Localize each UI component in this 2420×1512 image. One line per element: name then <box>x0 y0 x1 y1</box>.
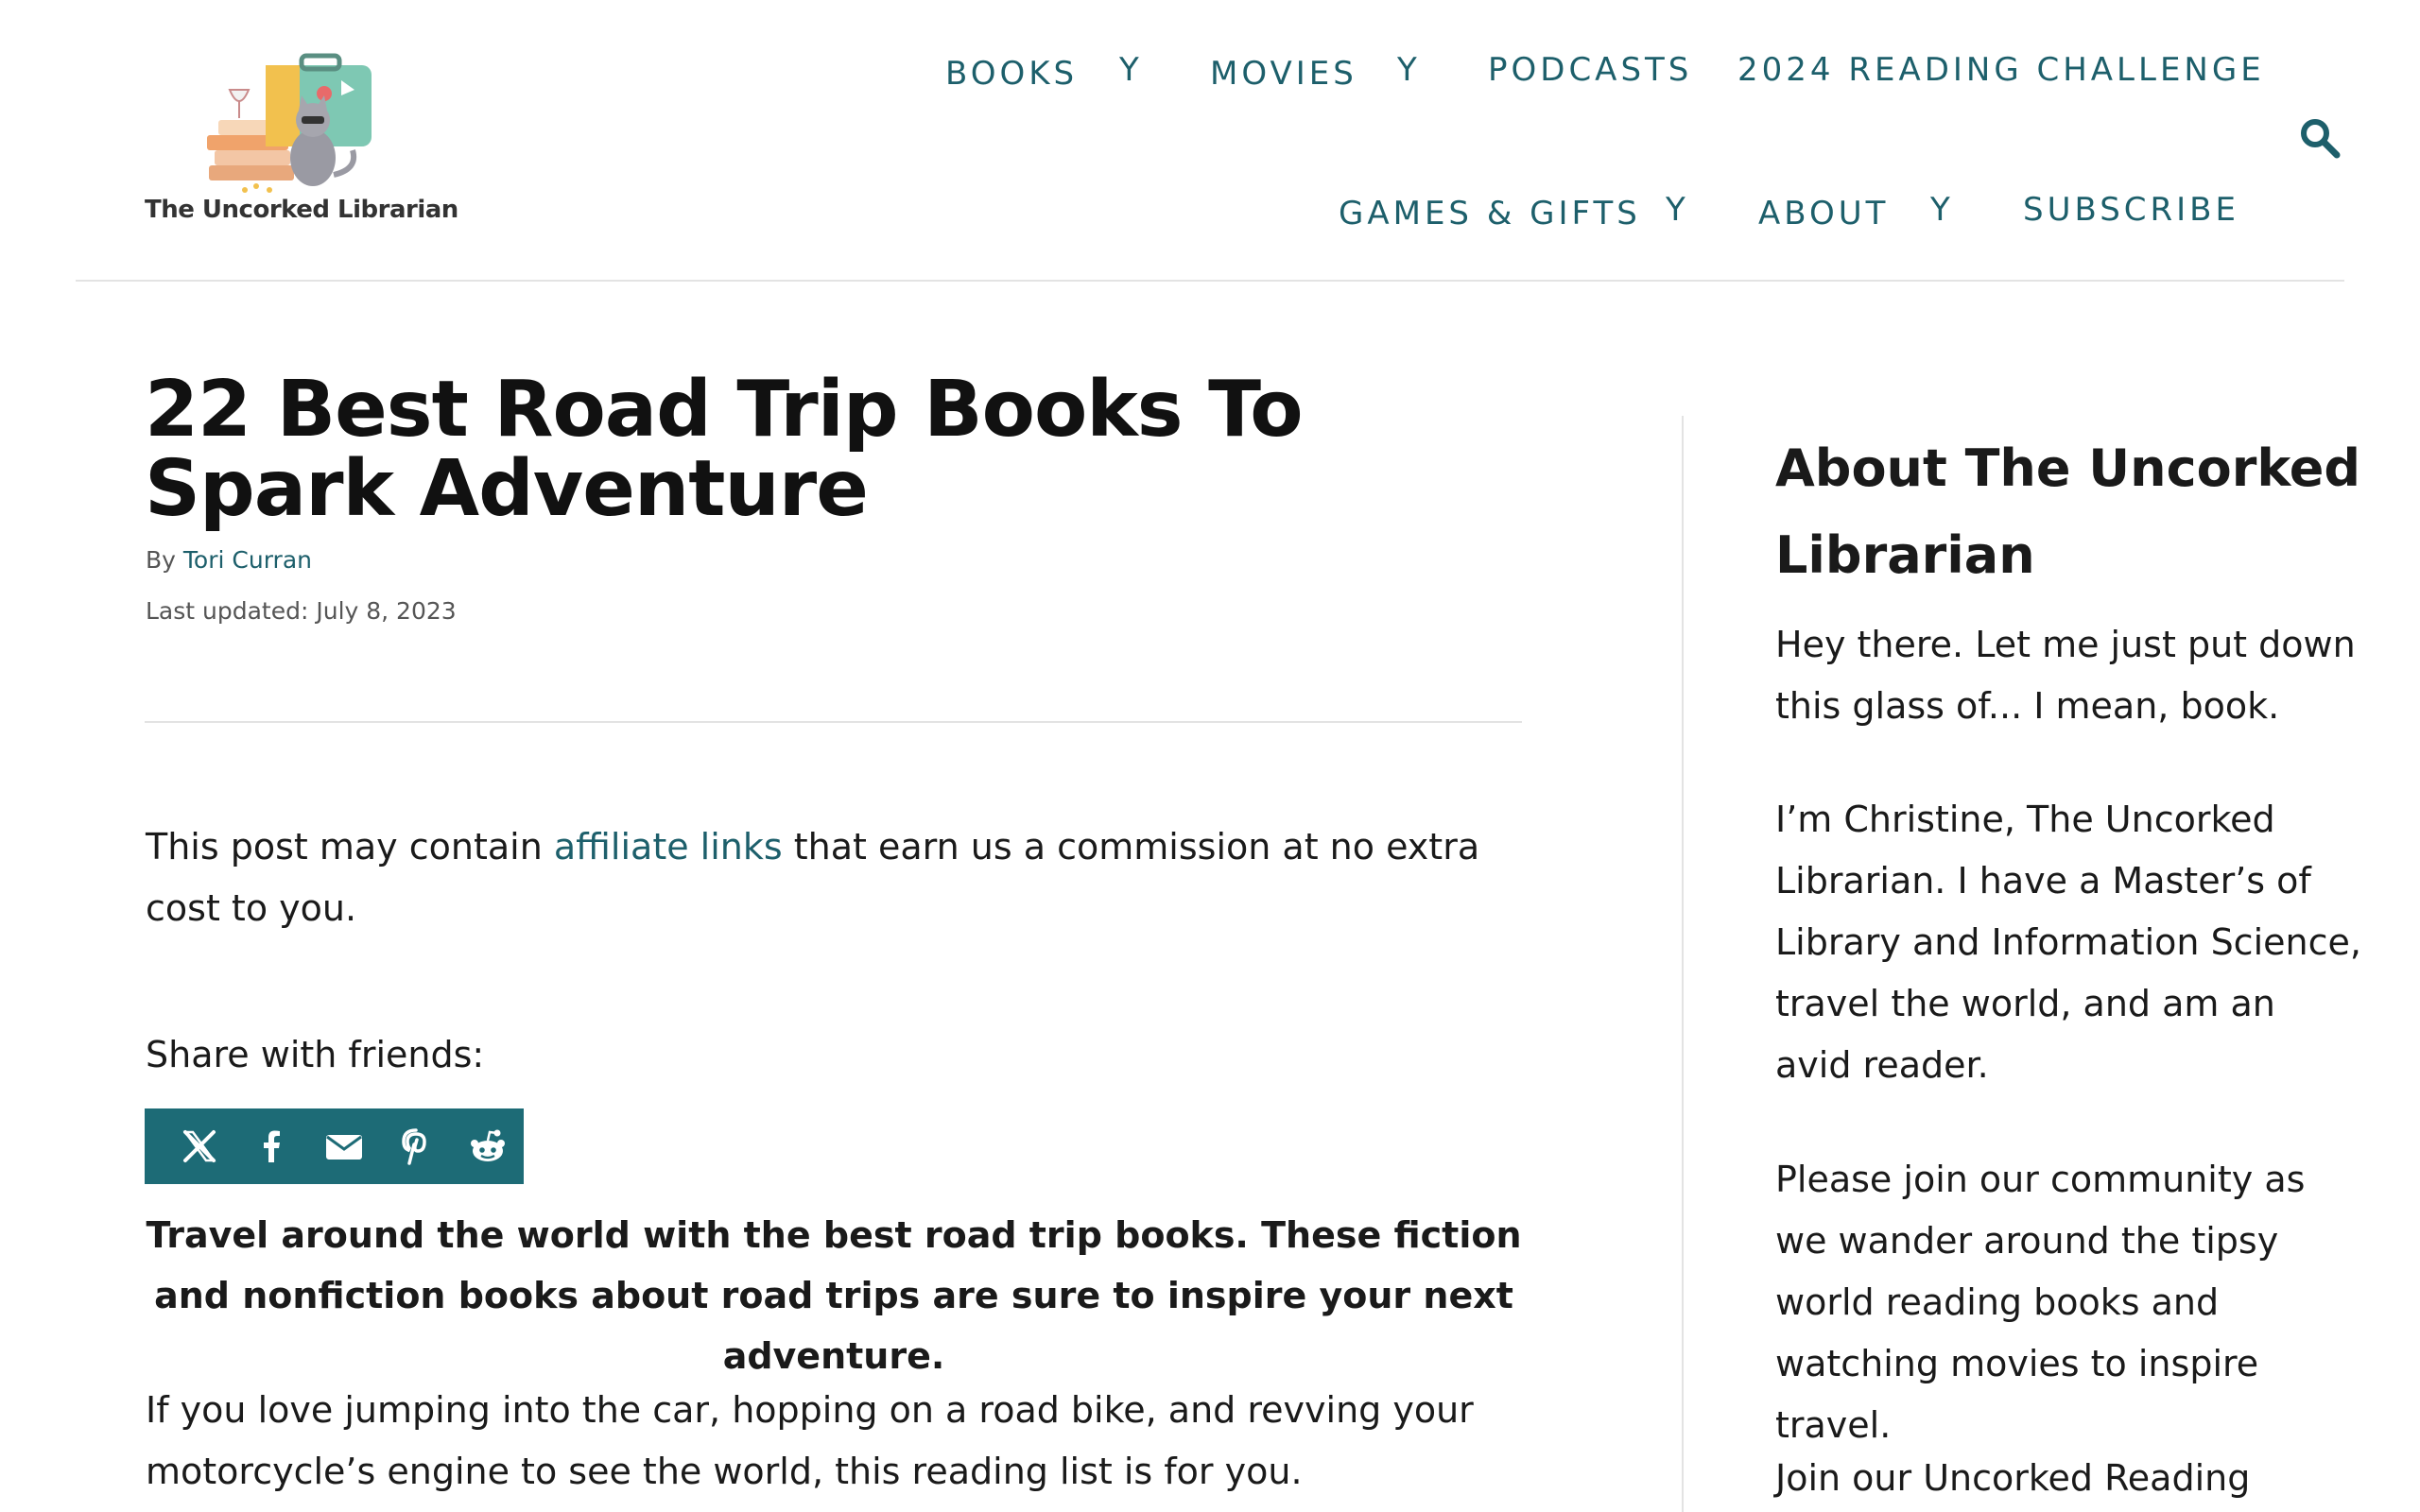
movies-submenu-toggle[interactable]: Y <box>1397 51 1417 89</box>
sidebar-paragraph-2: I’m Christine, The Uncorked Librarian. I… <box>1775 799 2361 1086</box>
nav-reading-challenge[interactable]: 2024 READING CHALLENGE <box>1737 51 2265 89</box>
search-button[interactable] <box>2299 117 2341 159</box>
about-submenu-toggle[interactable]: Y <box>1930 191 1950 229</box>
affiliate-disclosure: This post may contain affiliate links th… <box>146 816 1535 939</box>
header-divider <box>76 280 2344 282</box>
share-x-button[interactable] <box>164 1108 235 1184</box>
games-submenu-toggle[interactable]: Y <box>1666 191 1685 229</box>
sidebar-paragraph-1: Hey there. Let me just put down this gla… <box>1775 624 2356 727</box>
article-body-paragraph: If you love jumping into the car, hoppin… <box>146 1389 1474 1492</box>
facebook-icon <box>264 1130 281 1162</box>
share-facebook-button[interactable] <box>235 1108 307 1184</box>
disclosure-text-before: This post may contain <box>146 826 554 868</box>
share-label: Share with friends: <box>146 1034 485 1075</box>
sidebar-paragraph-4: Join our Uncorked Reading <box>1775 1457 2251 1499</box>
search-icon <box>2301 119 2341 159</box>
share-bar <box>145 1108 524 1184</box>
x-icon <box>182 1130 216 1162</box>
affiliate-links-link[interactable]: affiliate links <box>554 826 783 868</box>
last-updated: Last updated: July 8, 2023 <box>146 597 457 625</box>
byline-prefix: By <box>146 546 176 574</box>
site-logo[interactable]: The Uncorked Librarian <box>145 52 458 232</box>
sidebar-divider <box>1682 416 1684 1512</box>
article-title: 22 Best Road Trip Books To Spark Adventu… <box>145 365 1304 534</box>
share-email-button[interactable] <box>307 1108 379 1184</box>
nav-podcasts[interactable]: PODCASTS <box>1488 51 1692 89</box>
sidebar-title: About The Uncorked Librarian <box>1775 438 2361 585</box>
author-link[interactable]: Tori Curran <box>183 546 312 574</box>
email-icon <box>325 1135 362 1160</box>
share-reddit-button[interactable] <box>452 1108 524 1184</box>
pinterest-icon <box>401 1128 426 1165</box>
nav-subscribe[interactable]: SUBSCRIBE <box>2023 191 2239 229</box>
content-divider <box>145 721 1522 723</box>
logo-illustration <box>207 53 372 193</box>
logo-text: The Uncorked Librarian <box>145 196 458 224</box>
site-header: The Uncorked Librarian BOOKS Y MOVIES Y … <box>0 0 2420 282</box>
sidebar-paragraph-3: Please join our community as we wander a… <box>1775 1159 2306 1446</box>
nav-games-gifts[interactable]: GAMES & GIFTS <box>1339 195 1641 232</box>
reddit-icon <box>470 1129 505 1161</box>
nav-about[interactable]: ABOUT <box>1758 195 1889 232</box>
nav-movies[interactable]: MOVIES <box>1210 55 1357 93</box>
books-submenu-toggle[interactable]: Y <box>1119 51 1139 89</box>
nav-books[interactable]: BOOKS <box>945 55 1078 93</box>
article-intro: Travel around the world with the best ro… <box>146 1214 1522 1377</box>
byline: By Tori Curran <box>146 546 312 574</box>
share-pinterest-button[interactable] <box>380 1108 452 1184</box>
